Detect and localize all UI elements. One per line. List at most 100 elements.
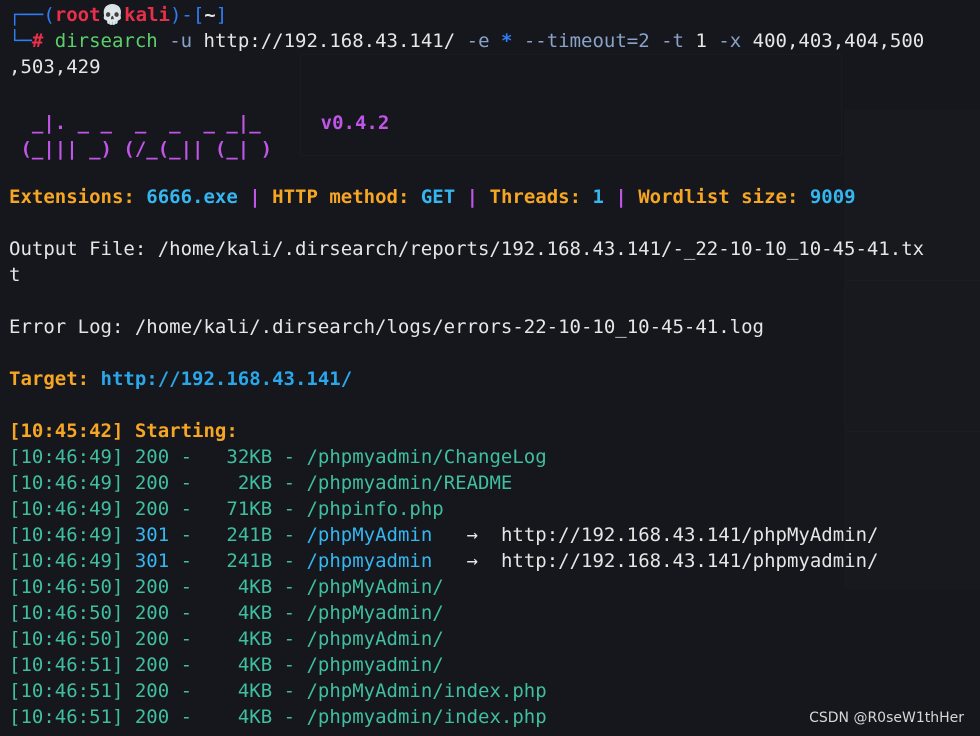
command-threads: 1 <box>695 30 707 52</box>
command-line-wrap: ,503,429 <box>9 56 101 78</box>
result-size: 2KB <box>203 472 273 494</box>
result-time: [10:46:49] <box>9 498 124 520</box>
http-method-label: HTTP method: <box>272 186 421 208</box>
results-list: [10:46:49] 200 - 32KB - /phpmyadmin/Chan… <box>9 444 980 730</box>
extensions-value: 6666.exe <box>146 186 238 208</box>
result-status: 200 <box>134 654 170 676</box>
prompt-header: ┌──(root💀kali)-[~] <box>9 2 980 28</box>
result-row: [10:46:49] 301 - 241B - /phpMyAdmin → ht… <box>9 524 879 546</box>
result-status: 200 <box>134 498 170 520</box>
error-log-line: Error Log: /home/kali/.dirsearch/logs/er… <box>9 316 764 338</box>
result-status: 200 <box>134 628 170 650</box>
result-path: /phpmyadmin/ChangeLog <box>306 446 547 468</box>
command-arg: -e <box>455 30 501 52</box>
result-row: [10:46:50] 200 - 4KB - /phpMyadmin/ <box>9 602 444 624</box>
result-row: [10:46:51] 200 - 4KB - /phpmyadmin/ <box>9 654 444 676</box>
terminal-window[interactable]: ┌──(root💀kali)-[~] └─# dirsearch -u http… <box>0 0 980 736</box>
result-path: /phpMyAdmin <box>306 524 467 546</box>
result-time: [10:46:50] <box>9 576 124 598</box>
result-path: /phpmyadmin/index.php <box>306 706 547 728</box>
redirect-arrow-icon: → <box>466 550 479 572</box>
prompt-user: root💀kali <box>54 4 170 26</box>
result-status: 200 <box>134 602 170 624</box>
output-file-line: Output File: /home/kali/.dirsearch/repor… <box>9 238 925 260</box>
summary-separator: | <box>455 186 490 208</box>
result-path: /phpMyAdmin/ <box>306 576 444 598</box>
result-time: [10:46:51] <box>9 680 124 702</box>
prompt-box-top: ┌──( <box>9 4 55 26</box>
target-url: http://192.168.43.141/ <box>100 368 353 390</box>
redirect-arrow-icon: → <box>466 524 479 546</box>
result-time: [10:46:50] <box>9 602 124 624</box>
result-status: 301 <box>134 524 170 546</box>
result-size: 4KB <box>203 628 273 650</box>
result-time: [10:46:51] <box>9 706 124 728</box>
result-status: 200 <box>134 576 170 598</box>
starting-time: [10:45:42] <box>9 420 124 442</box>
prompt-hash: # <box>31 30 44 52</box>
prompt-box-mid: )-[ <box>169 4 205 26</box>
result-redirect: http://192.168.43.141/phpmyadmin/ <box>500 550 879 572</box>
result-status: 200 <box>134 680 170 702</box>
summary-line: Extensions: 6666.exe | HTTP method: GET … <box>9 184 980 210</box>
watermark: CSDN @R0seW1thHer <box>809 710 964 726</box>
command-line[interactable]: └─# dirsearch -u http://192.168.43.141/ … <box>9 28 980 54</box>
result-time: [10:46:49] <box>9 550 124 572</box>
summary-separator: | <box>603 186 639 208</box>
result-size: 4KB <box>203 706 273 728</box>
command-wildcard: * <box>500 30 513 52</box>
result-size: 71KB <box>203 498 273 520</box>
result-row: [10:46:49] 200 - 32KB - /phpmyadmin/Chan… <box>9 446 547 468</box>
command-arg: --timeout=2 -t <box>512 30 696 52</box>
result-path: /phpmyadmin <box>306 550 467 572</box>
banner-version: v0.4.2 <box>320 112 390 134</box>
starting-line: [10:45:42] Starting: <box>9 418 980 444</box>
result-time: [10:46:49] <box>9 524 124 546</box>
result-path: /phpmyadmin/README <box>306 472 513 494</box>
result-time: [10:46:49] <box>9 446 124 468</box>
result-size: 32KB <box>203 446 273 468</box>
result-status: 200 <box>134 472 170 494</box>
command-url: http://192.168.43.141/ <box>203 30 456 52</box>
result-size: 4KB <box>203 680 273 702</box>
output-file-line-wrap: t <box>9 264 21 286</box>
result-row: [10:46:50] 200 - 4KB - /phpmyAdmin/ <box>9 628 444 650</box>
result-size: 4KB <box>203 576 273 598</box>
result-path: /phpmyAdmin/ <box>306 628 444 650</box>
result-time: [10:46:51] <box>9 654 124 676</box>
prompt-box-bottom: └─ <box>9 30 32 52</box>
result-redirect: http://192.168.43.141/phpMyAdmin/ <box>500 524 879 546</box>
prompt-box-end: ] <box>215 4 228 26</box>
result-size: 241B <box>203 524 273 546</box>
target-line: Target: http://192.168.43.141/ <box>9 366 980 392</box>
summary-separator: | <box>237 186 273 208</box>
threads-value: 1 <box>592 186 604 208</box>
result-row: [10:46:49] 200 - 2KB - /phpmyadmin/READM… <box>9 472 513 494</box>
result-path: /phpinfo.php <box>306 498 444 520</box>
wordlist-value: 9009 <box>809 186 856 208</box>
banner-logo-line-2: (_||| _) (/_(_|| (_| ) <box>9 138 273 160</box>
result-time: [10:46:49] <box>9 472 124 494</box>
result-status: 200 <box>134 446 170 468</box>
result-status: 200 <box>134 706 170 728</box>
threads-label: Threads: <box>489 186 593 208</box>
command-exclude: 400,403,404,500 <box>752 30 925 52</box>
result-size: 4KB <box>203 654 273 676</box>
result-row: [10:46:50] 200 - 4KB - /phpMyAdmin/ <box>9 576 444 598</box>
prompt-cwd: ~ <box>204 4 216 26</box>
banner-logo-line-1: _|. _ _ _ _ _ _|_ v0.4.2 <box>9 110 980 136</box>
wordlist-label: Wordlist size: <box>638 186 810 208</box>
command-arg: -x <box>706 30 753 52</box>
result-row: [10:46:49] 200 - 71KB - /phpinfo.php <box>9 498 444 520</box>
banner-logo-1: _|. _ _ _ _ _ _|_ <box>9 112 261 134</box>
result-path: /phpmyadmin/ <box>306 654 444 676</box>
result-path: /phpMyAdmin/index.php <box>306 680 547 702</box>
result-row: [10:46:49] 301 - 241B - /phpmyadmin → ht… <box>9 550 879 572</box>
result-path: /phpMyadmin/ <box>306 602 444 624</box>
command-arg: -u <box>157 30 204 52</box>
